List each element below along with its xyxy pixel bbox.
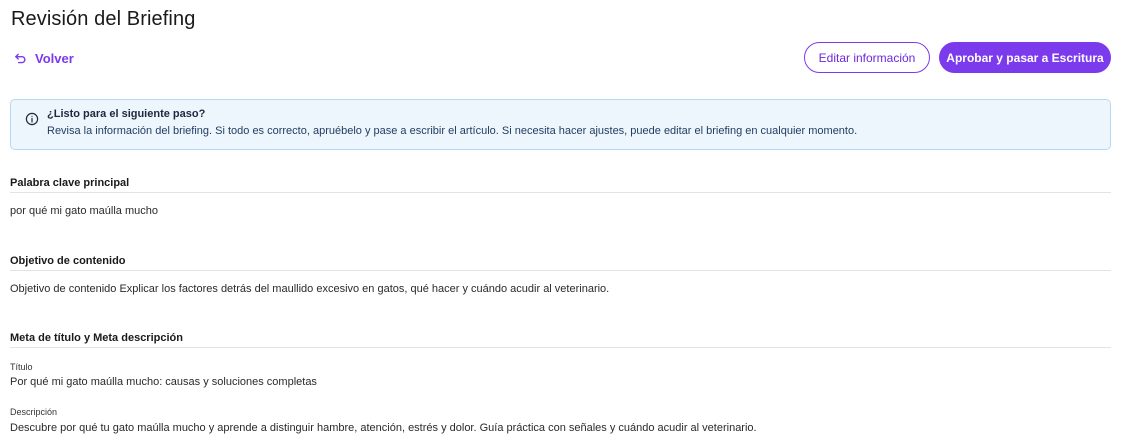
back-button-label: Volver xyxy=(35,50,74,66)
meta-description-label: Descripción xyxy=(10,407,58,417)
meta-heading: Meta de título y Meta descripción xyxy=(10,332,1111,348)
edit-info-button[interactable]: Editar información xyxy=(804,42,930,73)
info-circle-icon xyxy=(25,112,39,126)
page-title: Revisión del Briefing xyxy=(11,8,196,30)
meta-title-value: Por qué mi gato maúlla mucho: causas y s… xyxy=(10,376,317,388)
back-button[interactable]: Volver xyxy=(14,48,74,68)
keyword-value: por qué mi gato maúlla mucho xyxy=(10,205,158,217)
meta-title-label: Título xyxy=(10,362,33,372)
info-alert: ¿Listo para el siguiente paso? Revisa la… xyxy=(10,99,1111,150)
objective-value: Objetivo de contenido Explicar los facto… xyxy=(10,283,610,295)
meta-description-value: Descubre por qué tu gato maúlla mucho y … xyxy=(10,422,757,434)
objective-heading: Objetivo de contenido xyxy=(10,255,1111,271)
approve-button[interactable]: Aprobar y pasar a Escritura xyxy=(939,42,1111,73)
keyword-heading: Palabra clave principal xyxy=(10,177,1111,193)
alert-body: Revisa la información del briefing. Si t… xyxy=(47,125,858,137)
alert-title: ¿Listo para el siguiente paso? xyxy=(47,108,206,120)
undo-arrow-icon xyxy=(14,52,27,65)
